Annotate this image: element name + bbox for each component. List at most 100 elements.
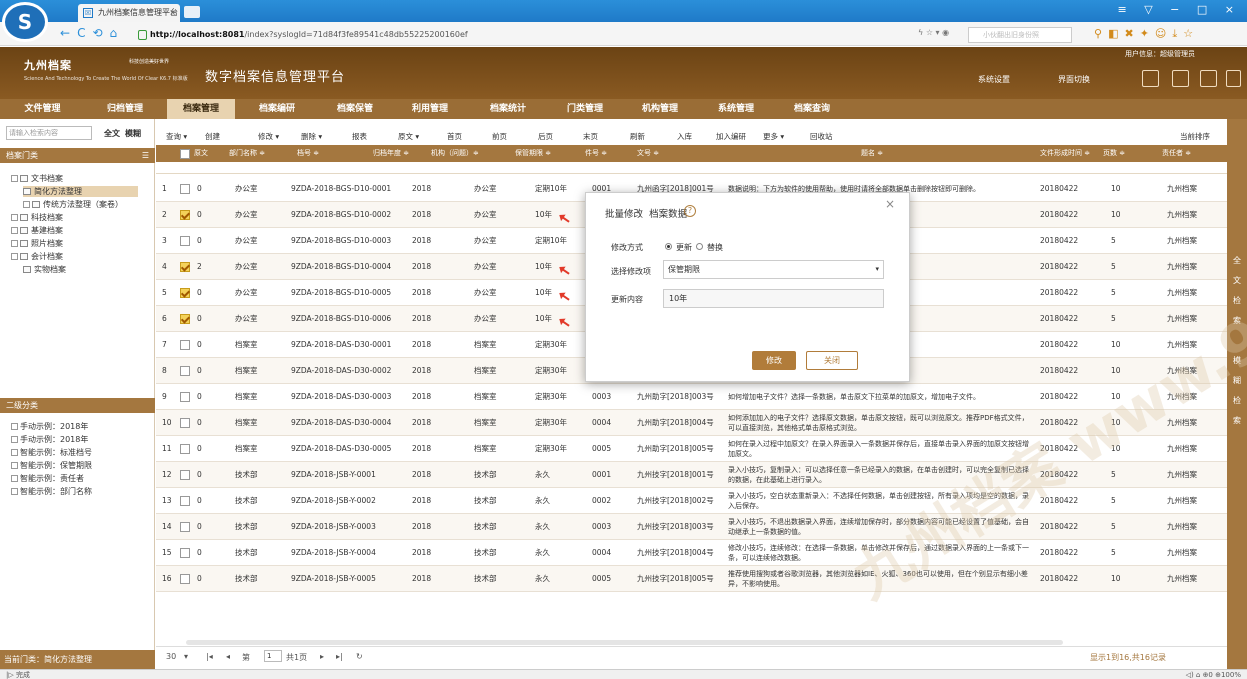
menu-archive-statistics[interactable]: 档案统计 (478, 99, 538, 119)
select-all-checkbox[interactable] (180, 149, 190, 159)
tree-item[interactable]: 照片档案 (11, 238, 63, 249)
row-checkbox[interactable] (180, 184, 190, 194)
pin-icon[interactable]: ✦ (1140, 27, 1155, 40)
url-field[interactable]: http://localhost:8081/index?syslogId=71d… (138, 27, 903, 43)
row-checkbox[interactable] (180, 496, 190, 506)
column-header[interactable]: 档号 ≑ (297, 145, 319, 162)
modify-button[interactable]: 修改 (752, 351, 796, 370)
column-header[interactable]: 归档年度 ≑ (373, 145, 409, 162)
first-page-icon[interactable]: |◂ (206, 652, 213, 661)
prev-page-icon[interactable]: ◂ (226, 652, 230, 661)
search-icon[interactable]: ⚲ (1094, 27, 1108, 40)
menu-archive-keeping[interactable]: 档案保管 (325, 99, 385, 119)
secondary-item[interactable]: 智能示例：标准档号 (11, 447, 92, 458)
toolbar-item[interactable]: 创建 (205, 131, 220, 142)
menu-file-management[interactable]: 文件管理 (15, 99, 70, 119)
menu-category-management[interactable]: 门类管理 (555, 99, 615, 119)
bolt-icon[interactable]: ϟ (918, 28, 923, 37)
browser-tools[interactable]: ⚲◧✖✦☺⤓☆ (1094, 27, 1199, 41)
logout-nav-icon[interactable] (1226, 70, 1241, 87)
mode-replace-radio[interactable] (696, 243, 703, 250)
column-header[interactable]: 机构（问题）≑ (431, 145, 479, 162)
column-header[interactable]: 件号 ≑ (585, 145, 607, 162)
toolbar-item[interactable]: 报表 (352, 131, 367, 142)
system-settings-link[interactable]: 系统设置 (978, 74, 1010, 85)
row-checkbox[interactable] (180, 210, 190, 220)
toolbar-item[interactable]: 原文 ▾ (398, 131, 419, 142)
page-actions[interactable]: ϟ ☆ ▾ ◉ (918, 28, 949, 37)
column-header[interactable]: 文号 ≑ (637, 145, 659, 162)
tree-item-selected[interactable]: 简化方法整理 (23, 186, 138, 197)
next-page-icon[interactable]: ▸ (320, 652, 324, 661)
browser-tab[interactable]: ☒ 九州档案信息管理平台 × (78, 4, 180, 22)
menu-icon[interactable]: ☰ (142, 148, 149, 163)
home-nav-icon[interactable] (1142, 70, 1159, 87)
content-input[interactable]: 10年 (663, 289, 884, 308)
row-checkbox[interactable] (180, 444, 190, 454)
download-icon[interactable]: ⤓ (1172, 27, 1183, 40)
row-checkbox[interactable] (180, 418, 190, 428)
column-header[interactable]: 原文 (194, 145, 208, 162)
toolbar-item[interactable]: 更多 ▾ (763, 131, 784, 142)
close-icon[interactable]: × (885, 197, 895, 211)
toolbar-item[interactable]: 修改 ▾ (258, 131, 279, 142)
current-sort-label[interactable]: 当前排序 (1180, 131, 1210, 142)
new-tab-button[interactable] (184, 6, 200, 18)
fulltext-button[interactable]: 全文 (104, 128, 120, 139)
help-icon[interactable]: ? (684, 205, 696, 217)
menu-system-management[interactable]: 系统管理 (706, 99, 766, 119)
home-icon[interactable]: ⌂ (110, 26, 125, 40)
tools-icon[interactable]: ✖ (1124, 27, 1139, 40)
column-header[interactable]: 责任者 ≑ (1162, 145, 1191, 162)
row-checkbox[interactable] (180, 314, 190, 324)
menu-usage-management[interactable]: 利用管理 (400, 99, 460, 119)
toolbar-item[interactable]: 回收站 (810, 131, 833, 142)
star-icon[interactable]: ☆ (926, 28, 933, 37)
mode-update-radio[interactable] (665, 243, 672, 250)
menu-archive-compile[interactable]: 档案编研 (247, 99, 307, 119)
row-checkbox[interactable] (180, 288, 190, 298)
archive-nav-icon[interactable] (1172, 70, 1189, 87)
nav-buttons[interactable]: ←C⟲⌂ (60, 26, 124, 40)
toolbar-item[interactable]: 删除 ▾ (301, 131, 322, 142)
toolbar-item[interactable]: 后页 (538, 131, 553, 142)
row-checkbox[interactable] (180, 340, 190, 350)
fuzzy-search-tab[interactable]: 模糊检索 (1232, 351, 1242, 431)
left-search-input[interactable]: 请输入检索内容 (6, 126, 92, 140)
shield-icon[interactable]: ◉ (942, 28, 949, 37)
tree-item[interactable]: 实物档案 (23, 264, 66, 275)
menu-archive-query[interactable]: 档案查询 (782, 99, 842, 119)
undo-icon[interactable]: ⟲ (92, 26, 109, 40)
page-number-input[interactable]: 1 (264, 650, 282, 662)
secondary-item[interactable]: 智能示例：责任者 (11, 473, 84, 484)
column-header[interactable]: 部门名称 ≑ (229, 145, 265, 162)
mode-update-label[interactable]: 更新 (676, 242, 692, 253)
last-page-icon[interactable]: ▸| (336, 652, 343, 661)
secondary-item[interactable]: 智能示例：部门名称 (11, 486, 92, 497)
mode-replace-label[interactable]: 替换 (707, 242, 723, 253)
toolbar-item[interactable]: 入库 (677, 131, 692, 142)
row-checkbox[interactable] (180, 522, 190, 532)
row-checkbox[interactable] (180, 262, 190, 272)
toolbar-item[interactable]: 首页 (447, 131, 462, 142)
menu-filing-management[interactable]: 归档管理 (90, 99, 160, 119)
toolbar-item[interactable]: 前页 (492, 131, 507, 142)
tab-close-icon[interactable]: × (169, 4, 176, 22)
back-icon[interactable]: ← (60, 26, 77, 40)
column-header[interactable]: 页数 ≑ (1103, 145, 1125, 162)
close-button[interactable]: 关闭 (806, 351, 858, 370)
browser-search-input[interactable]: 小伙翻出旧身份照 (968, 27, 1072, 43)
secondary-item[interactable]: 手动示例：2018年 (11, 434, 88, 445)
horizontal-scrollbar[interactable] (186, 640, 1063, 645)
column-header[interactable]: 文件形成时间 ≑ (1040, 145, 1090, 162)
row-checkbox[interactable] (180, 366, 190, 376)
refresh-icon[interactable]: C (77, 26, 92, 40)
row-checkbox[interactable] (180, 548, 190, 558)
column-header[interactable]: 保管期限 ≑ (515, 145, 551, 162)
tree-item[interactable]: 会计档案 (11, 251, 63, 262)
toolbar-item[interactable]: 加入编研 (716, 131, 746, 142)
toolbar-item[interactable]: 末页 (583, 131, 598, 142)
menu-archive-management[interactable]: 档案管理 (167, 99, 235, 119)
secondary-item[interactable]: 手动示例：2018年 (11, 421, 88, 432)
row-checkbox[interactable] (180, 470, 190, 480)
